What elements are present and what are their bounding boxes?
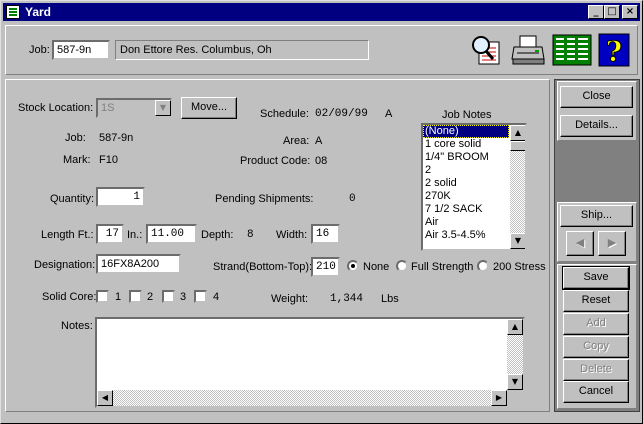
width-input[interactable]: 16 xyxy=(311,224,340,244)
designation-label: Designation: xyxy=(34,259,96,271)
solid-core-checkbox-1[interactable] xyxy=(96,290,109,303)
job-notes-item[interactable]: 2 xyxy=(423,164,509,177)
area-label: Area: xyxy=(283,135,310,147)
printer-icon[interactable] xyxy=(511,33,547,67)
prev-arrow-icon[interactable]: ◀ xyxy=(566,231,594,256)
solid-core-checkbox-4[interactable] xyxy=(194,290,207,303)
stock-location-value: 1S xyxy=(101,102,115,114)
depth-label: Depth: xyxy=(201,229,234,241)
solid-core-4-label: 4 xyxy=(213,291,220,303)
notes-label: Notes: xyxy=(61,320,93,332)
delete-button[interactable]: Delete xyxy=(563,359,629,381)
search-document-icon[interactable] xyxy=(469,33,503,67)
close-window-button[interactable]: × xyxy=(622,5,638,19)
notes-scroll-left-icon[interactable]: ◀ xyxy=(97,390,113,406)
length-in-input[interactable]: 11.00 xyxy=(146,224,197,244)
strand-input[interactable]: 210 xyxy=(311,257,340,277)
scroll-down-icon[interactable]: ▼ xyxy=(510,233,525,249)
header-job-input[interactable]: 587-9n xyxy=(52,40,110,60)
radio-200-stress-label: 200 Stress xyxy=(493,261,546,273)
area-value: A xyxy=(315,135,323,147)
solid-core-1-label: 1 xyxy=(115,291,122,303)
product-code-label: Product Code: xyxy=(240,155,311,167)
schedule-label: Schedule: xyxy=(260,108,309,120)
save-button[interactable]: Save xyxy=(562,266,630,290)
notes-hscrollbar[interactable] xyxy=(97,390,507,406)
weight-value: 1,344 xyxy=(330,293,364,305)
job-description: Don Ettore Res. Columbus, Oh xyxy=(115,40,369,60)
designation-input[interactable]: 16FX8A200 xyxy=(96,254,181,274)
solid-core-3-label: 3 xyxy=(180,291,187,303)
job-notes-title: Job Notes xyxy=(442,109,492,121)
notes-scroll-down-icon[interactable]: ▼ xyxy=(507,374,523,390)
notes-scroll-corner xyxy=(507,390,523,406)
radio-none[interactable] xyxy=(347,260,359,272)
length-ft-input[interactable]: 17 xyxy=(96,224,124,244)
job-label: Job: xyxy=(65,132,86,144)
solid-core-checkbox-2[interactable] xyxy=(129,290,142,303)
title-bar[interactable]: Yard _ □ × xyxy=(3,3,640,21)
pending-shipments-value: 0 xyxy=(349,193,356,205)
cancel-button[interactable]: Cancel xyxy=(563,381,629,403)
scroll-up-icon[interactable]: ▲ xyxy=(510,125,525,141)
ship-button[interactable]: Ship... xyxy=(560,205,633,227)
reset-button[interactable]: Reset xyxy=(563,290,629,312)
maximize-button[interactable]: □ xyxy=(604,5,620,19)
notes-scroll-right-icon[interactable]: ▶ xyxy=(491,390,507,406)
header-job-label: Job: xyxy=(29,44,50,56)
notes-textarea[interactable]: ▲ ▼ ◀ ▶ xyxy=(95,317,525,408)
product-code-value: 08 xyxy=(315,155,328,167)
details-button[interactable]: Details... xyxy=(560,115,633,137)
yard-window: Yard _ □ × Job: 587-9n Don Ettore Res. C… xyxy=(0,0,643,424)
minimize-button[interactable]: _ xyxy=(588,5,604,19)
job-notes-item[interactable]: 7 1/2 SACK xyxy=(423,203,509,216)
stock-location-label: Stock Location: xyxy=(18,102,94,114)
job-notes-item[interactable]: Air xyxy=(423,216,509,229)
job-notes-item[interactable]: (None) xyxy=(423,125,509,138)
spreadsheet-icon[interactable] xyxy=(552,33,592,67)
notes-scroll-up-icon[interactable]: ▲ xyxy=(507,319,523,335)
mark-label: Mark: xyxy=(63,154,91,166)
job-notes-item[interactable]: 1 core solid xyxy=(423,138,509,151)
job-notes-item[interactable]: 270K xyxy=(423,190,509,203)
quantity-label: Quantity: xyxy=(50,193,95,205)
job-notes-list[interactable]: (None) 1 core solid 1/4" BROOM 2 2 solid 270K… xyxy=(421,123,527,251)
solid-core-checkbox-3[interactable] xyxy=(162,290,175,303)
window-title: Yard xyxy=(25,5,52,19)
quantity-input[interactable]: 1 xyxy=(96,187,145,207)
job-notes-item[interactable]: Air 3.5-4.5% xyxy=(423,229,509,242)
job-notes-scroll-thumb[interactable] xyxy=(510,141,525,151)
job-notes-item[interactable]: 2 solid xyxy=(423,177,509,190)
next-arrow-icon[interactable]: ▶ xyxy=(598,231,626,256)
radio-full-strength[interactable] xyxy=(396,260,408,272)
radio-full-strength-label: Full Strength xyxy=(411,261,474,273)
move-button[interactable]: Move... xyxy=(181,97,237,119)
svg-text:?: ? xyxy=(606,35,622,67)
pending-shipments-label: Pending Shipments: xyxy=(215,193,314,205)
width-label: Width: xyxy=(276,229,308,241)
close-button[interactable]: Close xyxy=(560,86,633,108)
length-ft-label: Length Ft.: xyxy=(41,229,94,241)
schedule-code: A xyxy=(385,108,393,120)
solid-core-2-label: 2 xyxy=(147,291,154,303)
radio-none-label: None xyxy=(363,261,390,273)
radio-200-stress[interactable] xyxy=(477,260,489,272)
add-button[interactable]: Add xyxy=(563,313,629,335)
help-icon[interactable]: ? xyxy=(598,33,630,69)
chevron-down-icon[interactable]: ▼ xyxy=(155,100,171,116)
job-notes-item[interactable]: 1/4" BROOM xyxy=(423,151,509,164)
strand-label: Strand(Bottom-Top): xyxy=(213,261,313,273)
depth-value: 8 xyxy=(247,229,254,241)
app-icon xyxy=(6,5,20,19)
job-value: 587-9n xyxy=(99,132,134,144)
mark-value: F10 xyxy=(99,154,118,166)
weight-label: Weight: xyxy=(271,293,309,305)
weight-unit: Lbs xyxy=(381,293,399,305)
schedule-date: 02/09/99 xyxy=(315,108,368,120)
length-in-label: In.: xyxy=(127,229,143,241)
solid-core-label: Solid Core: xyxy=(42,291,97,303)
copy-button[interactable]: Copy xyxy=(563,336,629,358)
